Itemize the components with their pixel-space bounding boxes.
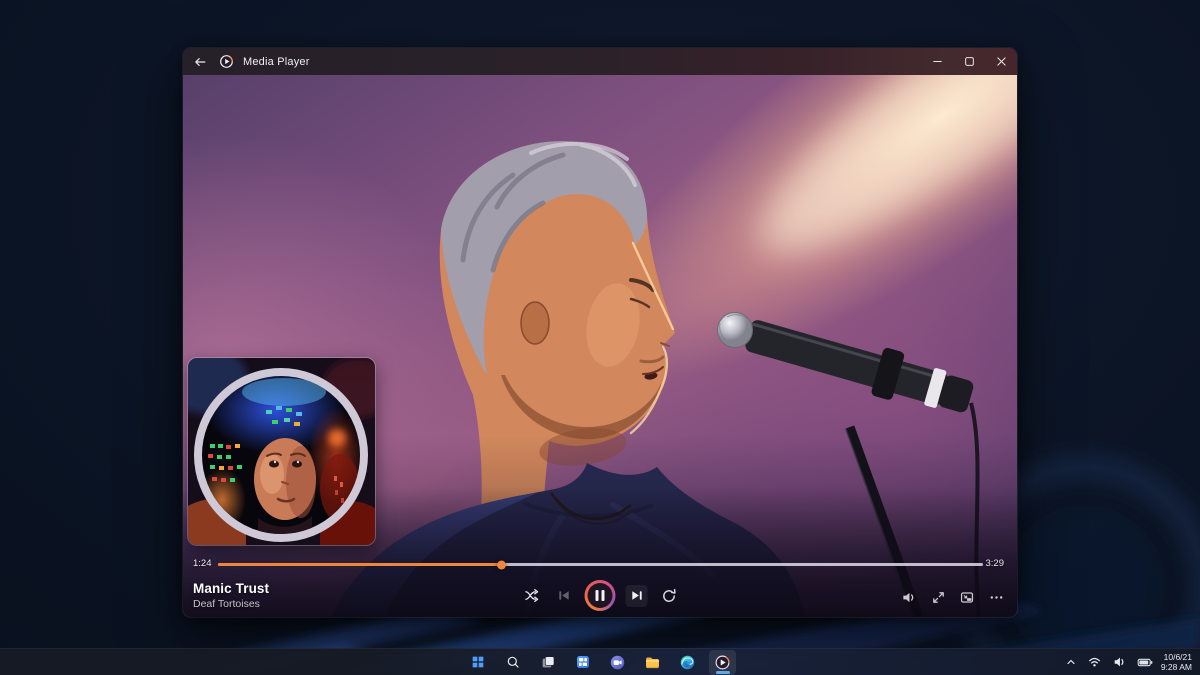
fullscreen-button[interactable] — [928, 588, 948, 606]
pause-icon — [587, 583, 613, 609]
shuffle-icon — [523, 588, 540, 603]
media-player-taskbar-icon — [714, 654, 731, 671]
track-info: Manic Trust Deaf Tortoises — [193, 581, 269, 610]
desktop: Media Player — [0, 0, 1200, 675]
search-icon — [505, 654, 521, 670]
more-options-button[interactable] — [986, 588, 1006, 606]
total-time: 3:29 — [986, 558, 1005, 569]
taskbar-item-widgets[interactable] — [569, 650, 596, 675]
minimize-button[interactable] — [921, 48, 953, 75]
seek-bar[interactable] — [218, 563, 983, 566]
widgets-icon — [575, 654, 591, 670]
media-player-app-icon — [219, 54, 234, 69]
more-options-icon — [989, 590, 1004, 605]
skip-previous-icon — [556, 588, 571, 603]
seek-row: 1:24 3:29 — [183, 556, 1017, 572]
pause-button[interactable] — [585, 580, 616, 611]
media-player-window: Media Player — [183, 48, 1017, 617]
fullscreen-icon — [931, 590, 946, 605]
start-icon — [470, 654, 486, 670]
edge-icon — [679, 654, 696, 671]
tray-volume-button[interactable] — [1110, 653, 1129, 671]
tray-battery-button[interactable] — [1135, 654, 1155, 671]
track-title: Manic Trust — [193, 581, 269, 596]
tray-clock[interactable]: 10/6/21 9:28 AM — [1161, 652, 1195, 672]
previous-button[interactable] — [553, 585, 575, 607]
seek-progress — [218, 563, 501, 566]
taskbar-item-chat[interactable] — [604, 650, 631, 675]
astronaut-thumbnail-art — [188, 358, 375, 545]
volume-icon — [901, 590, 917, 605]
titlebar: Media Player — [183, 48, 1017, 75]
taskbar-item-task-view[interactable] — [534, 650, 561, 675]
next-button[interactable] — [626, 585, 648, 607]
secondary-controls — [899, 588, 1006, 606]
taskbar-item-media-player[interactable] — [709, 650, 736, 675]
skip-next-icon — [629, 588, 644, 603]
taskbar-item-start[interactable] — [464, 650, 491, 675]
window-caption-controls — [921, 48, 1017, 75]
task-view-icon — [540, 654, 556, 670]
taskbar-item-edge[interactable] — [674, 650, 701, 675]
battery-icon — [1137, 656, 1153, 669]
mini-player-icon — [959, 590, 975, 605]
tray-time: 9:28 AM — [1161, 662, 1192, 672]
chat-icon — [609, 654, 626, 671]
tray-wifi-button[interactable] — [1085, 653, 1104, 671]
wifi-icon — [1087, 655, 1102, 669]
astronaut-face — [254, 438, 316, 545]
taskbar-item-file-explorer[interactable] — [639, 650, 666, 675]
maximize-button[interactable] — [953, 48, 985, 75]
mini-player-button[interactable] — [957, 588, 977, 606]
back-arrow-icon — [193, 55, 207, 69]
system-tray: 10/6/21 9:28 AM — [1063, 649, 1195, 675]
repeat-icon — [660, 588, 677, 604]
volume-button[interactable] — [899, 588, 919, 606]
chevron-up-icon — [1065, 656, 1077, 668]
taskbar-item-search[interactable] — [499, 650, 526, 675]
seek-thumb[interactable] — [497, 560, 506, 569]
active-window-indicator — [716, 671, 730, 674]
file-explorer-icon — [644, 654, 661, 671]
shuffle-button[interactable] — [521, 585, 543, 607]
transport-controls — [521, 580, 680, 611]
tray-chevron-up-button[interactable] — [1063, 654, 1079, 670]
repeat-button[interactable] — [658, 585, 680, 607]
speaker-icon — [1112, 655, 1127, 669]
taskbar-center — [464, 649, 736, 675]
back-button[interactable] — [189, 51, 211, 72]
pip-thumbnail[interactable] — [188, 358, 375, 545]
tray-date: 10/6/21 — [1161, 652, 1192, 662]
track-artist: Deaf Tortoises — [193, 598, 269, 610]
elapsed-time: 1:24 — [193, 558, 212, 569]
close-button[interactable] — [985, 48, 1017, 75]
taskbar: 10/6/21 9:28 AM — [0, 648, 1200, 675]
window-title: Media Player — [243, 56, 310, 68]
